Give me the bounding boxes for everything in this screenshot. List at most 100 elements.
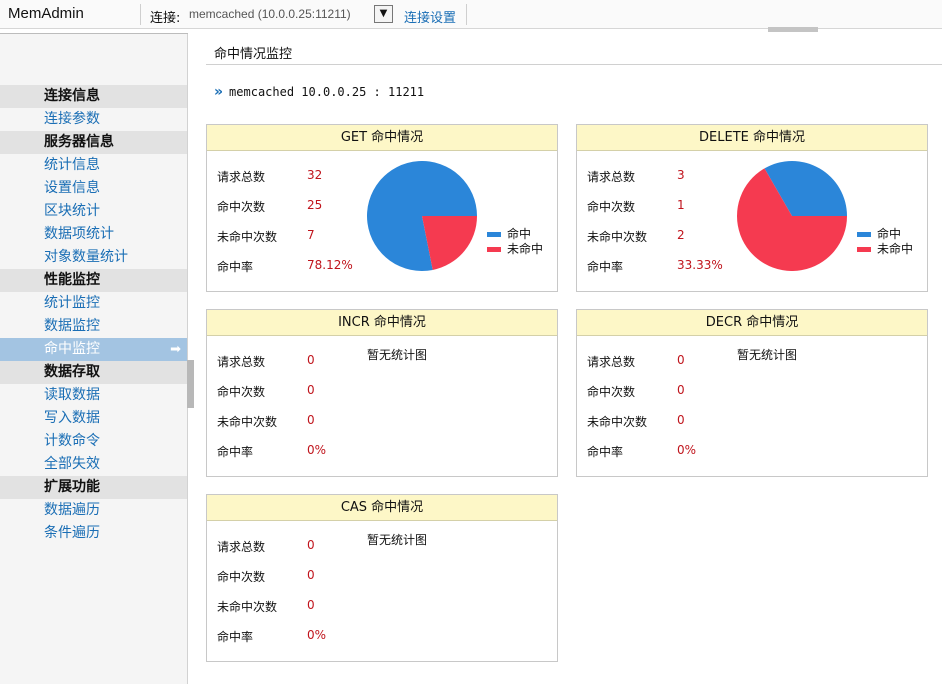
sidebar-group-header: 性能监控 [0, 269, 187, 292]
stat-label: 请求总数 [217, 355, 266, 369]
panel-cas-hits: CAS 命中情况请求总数 0 命中次数 0 未命中次数 0 命中率 0% 暂无统计图 [206, 494, 558, 662]
panel-title: GET 命中情况 [207, 125, 557, 151]
stat-value: 0% [677, 443, 697, 457]
sidebar-item[interactable]: 统计监控 [0, 292, 187, 315]
stat-label: 命中次数 [587, 200, 636, 214]
stat-value: 0 [307, 413, 315, 427]
no-chart-message: 暂无统计图 [737, 348, 798, 362]
sidebar-item-label: 全部失效 [44, 456, 100, 472]
stat-value: 1 [677, 198, 685, 212]
sidebar-item[interactable]: 全部失效 [0, 453, 187, 476]
legend-entry: 未命中 [857, 240, 913, 257]
sidebar-scrollbar-thumb[interactable] [187, 360, 194, 408]
stat-value: 0 [307, 383, 315, 397]
stat-label: 未命中次数 [587, 415, 648, 429]
sidebar-item-label: 数据项统计 [44, 226, 114, 242]
sidebar-item-label: 命中监控 [44, 341, 100, 357]
sidebar-item-label: 数据遍历 [44, 502, 100, 518]
stat-label: 请求总数 [217, 170, 266, 184]
legend-label: 命中 [877, 227, 902, 241]
sidebar-item[interactable]: 区块统计 [0, 200, 187, 223]
sidebar-item-label: 连接参数 [44, 111, 100, 127]
legend-swatch [857, 247, 871, 252]
server-info: » memcached 10.0.0.25 : 11211 [214, 84, 424, 100]
sidebar-item[interactable]: 条件遍历 [0, 522, 187, 545]
sidebar-group-header: 扩展功能 [0, 476, 187, 499]
sidebar-nav: 连接信息连接参数服务器信息 统计信息设置信息区块统计数据项统计对象数量统计性能监控… [0, 85, 187, 545]
panel-incr-hits: INCR 命中情况 请求总数 0 命中次数 0 未命中次数 0 命中率 0% 暂无统计图 [206, 309, 558, 477]
stat-label: 未命中次数 [217, 415, 278, 429]
panel-title: CAS 命中情况 [207, 495, 557, 521]
scrollbar-thumb[interactable] [768, 27, 818, 32]
stat-value: 7 [307, 228, 315, 242]
connection-dropdown-button[interactable]: ▼ [374, 5, 393, 23]
stat-label: 命中率 [217, 260, 254, 274]
sidebar-item[interactable]: 数据项统计 [0, 223, 187, 246]
stat-value: 33.33% [677, 258, 723, 272]
sidebar-item[interactable]: 数据监控 [0, 315, 187, 338]
toolbar-divider [140, 4, 141, 25]
sidebar-item-label: 数据监控 [44, 318, 100, 334]
sidebar-item-label: 对象数量统计 [44, 249, 128, 265]
stat-value: 0 [307, 598, 315, 612]
stat-label: 请求总数 [217, 540, 266, 554]
stat-label: 命中率 [587, 260, 624, 274]
sidebar-item[interactable]: 数据遍历 [0, 499, 187, 522]
stat-label: 命中率 [587, 445, 624, 459]
stat-value: 2 [677, 228, 685, 242]
sidebar-group-header: 服务器信息 [0, 131, 187, 154]
stat-value: 0 [307, 568, 315, 582]
stat-value: 0% [307, 628, 327, 642]
legend-swatch [487, 247, 501, 252]
panel-title: INCR 命中情况 [207, 310, 557, 336]
stat-value: 0 [677, 353, 685, 367]
stat-label: 命中次数 [217, 200, 266, 214]
sidebar-item[interactable]: 统计信息 [0, 154, 187, 177]
toolbar-divider [466, 4, 467, 25]
pie-chart [737, 161, 847, 271]
stat-label: 未命中次数 [217, 600, 278, 614]
sidebar-item-label: 区块统计 [44, 203, 100, 219]
panel-title: DECR 命中情况 [577, 310, 927, 336]
stat-label: 命中次数 [217, 385, 266, 399]
stat-value: 0 [307, 538, 315, 552]
sidebar-item[interactable]: 对象数量统计 [0, 246, 187, 269]
double-chevron-icon: » [214, 84, 224, 100]
sidebar-item-label: 统计监控 [44, 295, 100, 311]
stat-label: 命中次数 [587, 385, 636, 399]
stat-label: 请求总数 [587, 355, 636, 369]
sidebar-item[interactable]: 写入数据 [0, 407, 187, 430]
no-chart-message: 暂无统计图 [367, 348, 428, 362]
sidebar-divider [0, 33, 188, 34]
stat-label: 命中次数 [217, 570, 266, 584]
stat-value: 0 [307, 353, 315, 367]
connection-select-value[interactable]: memcached (10.0.0.25:11211) [189, 7, 351, 21]
arrow-right-icon: ➡ [170, 342, 181, 357]
no-chart-message: 暂无统计图 [367, 533, 428, 547]
stat-label: 请求总数 [587, 170, 636, 184]
stat-value: 0 [677, 413, 685, 427]
panel-decr-hits: DECR 命中情况 请求总数 0 命中次数 0 未命中次数 0 命中率 0% 暂无统计图 [576, 309, 928, 477]
sidebar-item[interactable]: 计数命令 [0, 430, 187, 453]
connection-settings-link[interactable]: 连接设置 [404, 7, 456, 26]
sidebar-item-label: 读取数据 [44, 387, 100, 403]
sidebar: 连接信息连接参数服务器信息 统计信息设置信息区块统计数据项统计对象数量统计性能监控… [0, 33, 188, 684]
sidebar-item[interactable]: 设置信息 [0, 177, 187, 200]
sidebar-group-header: 连接信息 [0, 85, 187, 108]
legend-swatch [487, 232, 501, 237]
stat-label: 命中率 [217, 630, 254, 644]
sidebar-item[interactable]: 命中监控 ➡ [0, 338, 187, 361]
top-toolbar: MemAdmin 连接: memcached (10.0.0.25:11211)… [0, 0, 942, 32]
connection-label: 连接: [150, 11, 181, 26]
stat-value: 32 [307, 168, 323, 182]
sidebar-item-label: 写入数据 [44, 410, 100, 426]
legend-swatch [857, 232, 871, 237]
sidebar-item-label: 条件遍历 [44, 525, 100, 541]
chevron-down-icon: ▼ [379, 8, 388, 19]
stat-label: 命中率 [217, 445, 254, 459]
stat-label: 未命中次数 [587, 230, 648, 244]
sidebar-item[interactable]: 连接参数 [0, 108, 187, 131]
sidebar-item-label: 设置信息 [44, 180, 100, 196]
sidebar-item[interactable]: 读取数据 [0, 384, 187, 407]
server-address: memcached 10.0.0.25 : 11211 [229, 85, 425, 99]
